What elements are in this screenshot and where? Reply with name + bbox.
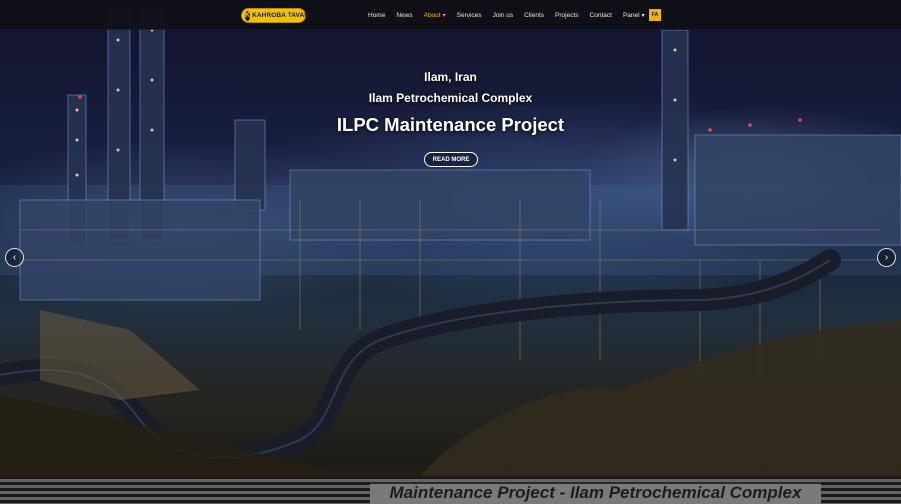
banner-caption: Maintenance Project - Ilam Petrochemical… xyxy=(389,483,802,502)
nav-services-label: Services xyxy=(456,11,482,19)
nav-panel-label: Panel xyxy=(622,11,640,19)
slide-title: ILPC Maintenance Project xyxy=(336,114,565,135)
nav-item-clients[interactable]: Clients xyxy=(524,12,544,19)
logo-text: KAHROBA TAVAN xyxy=(252,12,310,19)
nav-contact-label: Contact xyxy=(589,11,612,19)
nav-item-about[interactable]: About ▾ xyxy=(424,12,446,19)
nav-about-label: About xyxy=(423,11,441,19)
nav-item-contact[interactable]: Contact xyxy=(590,12,612,19)
bottom-banner: Maintenance Project - Ilam Petrochemical… xyxy=(0,476,901,504)
slider-next-button[interactable]: › xyxy=(877,248,896,267)
slide-subtitle: Ilam Petrochemical Complex xyxy=(368,91,533,105)
nav-item-projects[interactable]: Projects xyxy=(555,12,578,19)
nav-home-label: Home xyxy=(368,11,386,19)
nav-item-home[interactable]: Home xyxy=(368,12,385,19)
read-more-button[interactable]: READ MORE xyxy=(424,152,478,167)
slider-prev-button[interactable]: ‹ xyxy=(5,248,24,267)
nav-item-join-us[interactable]: Join us xyxy=(493,12,514,19)
top-navbar: K KAHROBA TAVAN Home News About ▾ Service… xyxy=(0,0,901,30)
nav-item-panel[interactable]: Panel ▾ xyxy=(623,12,645,19)
chevron-right-icon: › xyxy=(884,252,889,263)
chevron-down-icon: ▾ xyxy=(442,12,446,19)
slide-location: Ilam, Iran xyxy=(424,70,477,84)
nav-item-news[interactable]: News xyxy=(396,12,412,19)
chevron-left-icon: ‹ xyxy=(12,252,17,263)
nav-item-services[interactable]: Services xyxy=(457,12,482,19)
nav-news-label: News xyxy=(396,11,413,19)
company-logo[interactable]: K KAHROBA TAVAN xyxy=(241,8,310,23)
logo-mark-icon: K xyxy=(245,10,251,21)
chevron-down-icon: ▾ xyxy=(641,12,645,19)
main-nav: Home News About ▾ Services Join us Client… xyxy=(368,0,656,30)
nav-clients-label: Clients xyxy=(524,11,545,19)
nav-projects-label: Projects xyxy=(555,11,579,19)
language-switch-button[interactable]: FA xyxy=(649,9,661,21)
nav-join-us-label: Join us xyxy=(492,11,514,19)
